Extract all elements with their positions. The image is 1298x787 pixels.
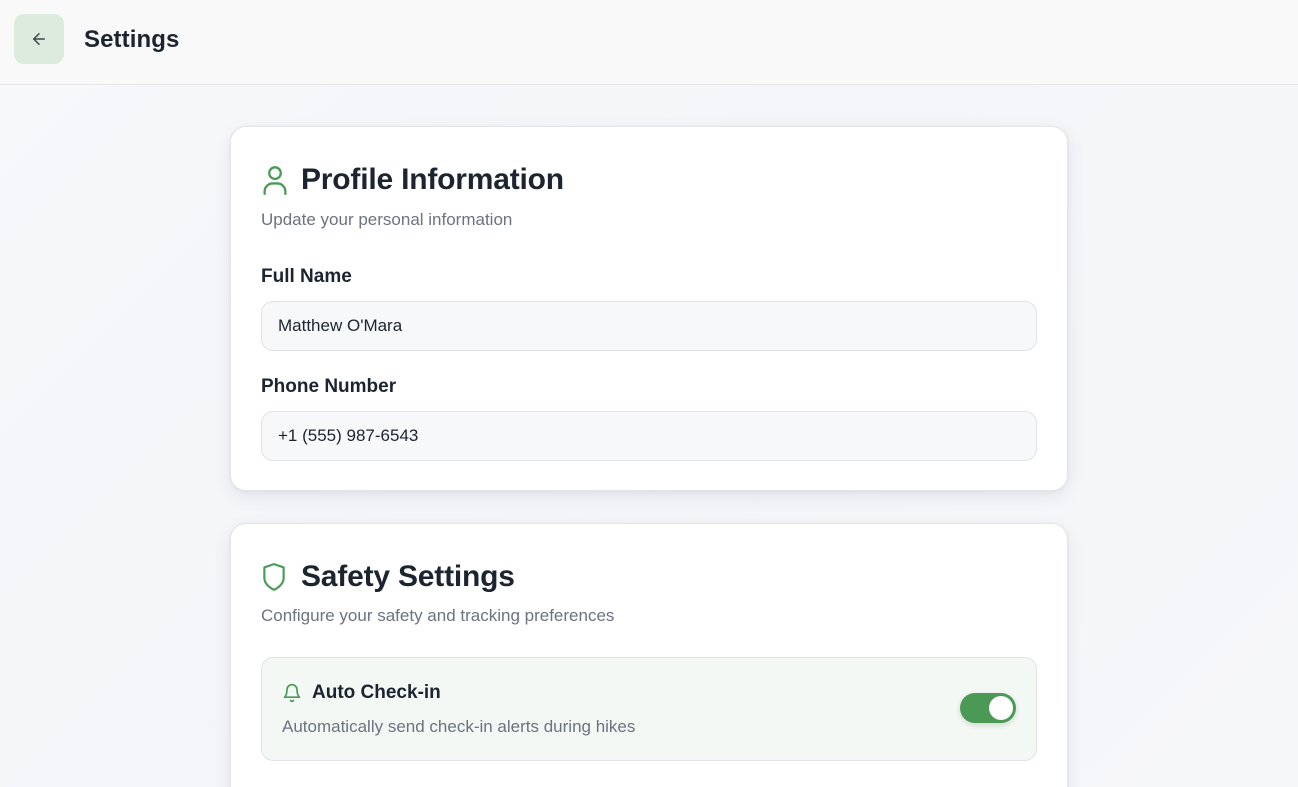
- profile-card-header: Profile Information: [261, 163, 564, 197]
- full-name-input[interactable]: [261, 301, 1037, 351]
- phone-number-label: Phone Number: [261, 376, 397, 397]
- auto-checkin-title: Auto Check-in: [312, 682, 441, 703]
- top-bar: Settings: [0, 0, 1298, 85]
- safety-card: Safety Settings Configure your safety an…: [230, 523, 1068, 787]
- auto-checkin-row: Auto Check-in Automatically send check-i…: [261, 657, 1037, 761]
- toggle-knob: [989, 696, 1013, 720]
- bell-icon: [282, 682, 304, 704]
- profile-card: Profile Information Update your personal…: [230, 126, 1068, 491]
- profile-card-title: Profile Information: [301, 163, 564, 196]
- shield-icon: [261, 562, 291, 592]
- arrow-left-icon: [33, 33, 45, 45]
- safety-card-subtitle: Configure your safety and tracking prefe…: [261, 606, 615, 625]
- profile-card-subtitle: Update your personal information: [261, 210, 513, 229]
- auto-checkin-toggle[interactable]: [960, 693, 1016, 723]
- back-button[interactable]: [14, 14, 64, 64]
- page-title: Settings: [84, 26, 180, 53]
- user-icon: [261, 165, 291, 195]
- auto-checkin-header: Auto Check-in: [282, 682, 441, 704]
- phone-number-input[interactable]: [261, 411, 1037, 461]
- auto-checkin-description: Automatically send check-in alerts durin…: [282, 717, 636, 736]
- safety-card-header: Safety Settings: [261, 560, 515, 594]
- full-name-label: Full Name: [261, 266, 352, 287]
- safety-card-title: Safety Settings: [301, 560, 515, 593]
